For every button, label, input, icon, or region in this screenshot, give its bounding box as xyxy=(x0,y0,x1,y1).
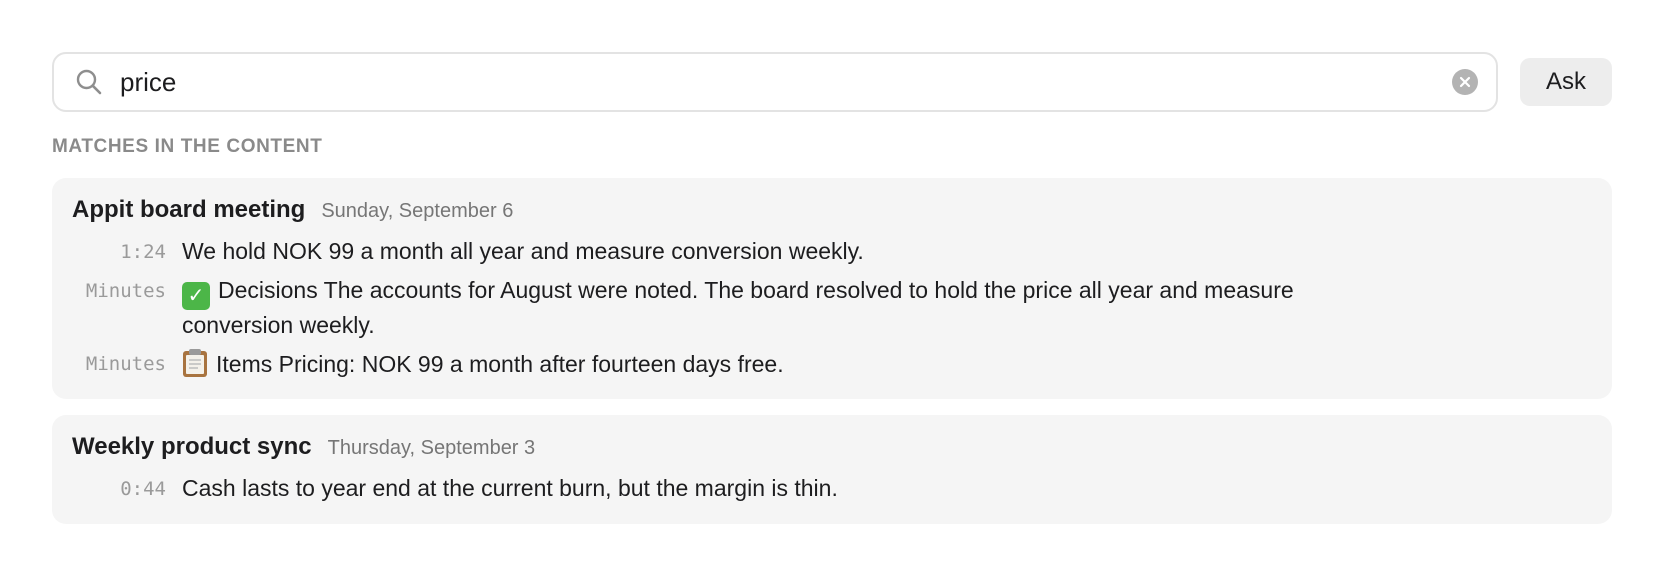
match-row[interactable]: 0:44 Cash lasts to year end at the curre… xyxy=(72,473,1592,504)
result-title: Weekly product sync xyxy=(72,433,312,460)
ask-button[interactable]: Ask xyxy=(1520,58,1612,106)
result-card[interactable]: Weekly product sync Thursday, September … xyxy=(52,415,1612,524)
search-panel: Ask MATCHES IN THE CONTENT Appit board m… xyxy=(52,52,1612,524)
match-source: 1:24 xyxy=(120,241,166,263)
clipboard-icon xyxy=(182,348,208,378)
match-content: Items Pricing: NOK 99 a month after four… xyxy=(182,348,1402,379)
match-row[interactable]: 1:24 We hold NOK 99 a month all year and… xyxy=(72,236,1592,267)
match-text: Decisions The accounts for August were n… xyxy=(182,277,1294,338)
result-title: Appit board meeting xyxy=(72,196,306,223)
match-content: ✓ Decisions The accounts for August were … xyxy=(182,275,1402,340)
search-input[interactable] xyxy=(120,62,1452,102)
clear-search-icon[interactable] xyxy=(1452,69,1478,95)
section-label: MATCHES IN THE CONTENT xyxy=(52,136,323,157)
card-header: Weekly product sync Thursday, September … xyxy=(72,433,1592,465)
result-card[interactable]: Appit board meeting Sunday, September 6 … xyxy=(52,178,1612,399)
match-text: Cash lasts to year end at the current bu… xyxy=(182,475,838,501)
search-box[interactable] xyxy=(52,52,1498,112)
match-source: 0:44 xyxy=(120,478,166,500)
match-row[interactable]: Minutes ✓ Decisions The accounts for Augu… xyxy=(72,275,1592,340)
result-date: Sunday, September 6 xyxy=(321,200,514,222)
match-text: Items Pricing: NOK 99 a month after four… xyxy=(216,351,784,377)
search-row: Ask xyxy=(52,52,1612,112)
result-date: Thursday, September 3 xyxy=(327,437,536,459)
match-row[interactable]: Minutes Items Pricing: NOK 99 a month af… xyxy=(72,348,1592,379)
check-mark-icon: ✓ xyxy=(182,282,210,310)
card-header: Appit board meeting Sunday, September 6 xyxy=(72,196,1592,228)
search-icon xyxy=(74,67,104,97)
match-source: Minutes xyxy=(85,353,166,375)
match-source: Minutes xyxy=(85,280,166,302)
match-text: We hold NOK 99 a month all year and meas… xyxy=(182,238,864,264)
